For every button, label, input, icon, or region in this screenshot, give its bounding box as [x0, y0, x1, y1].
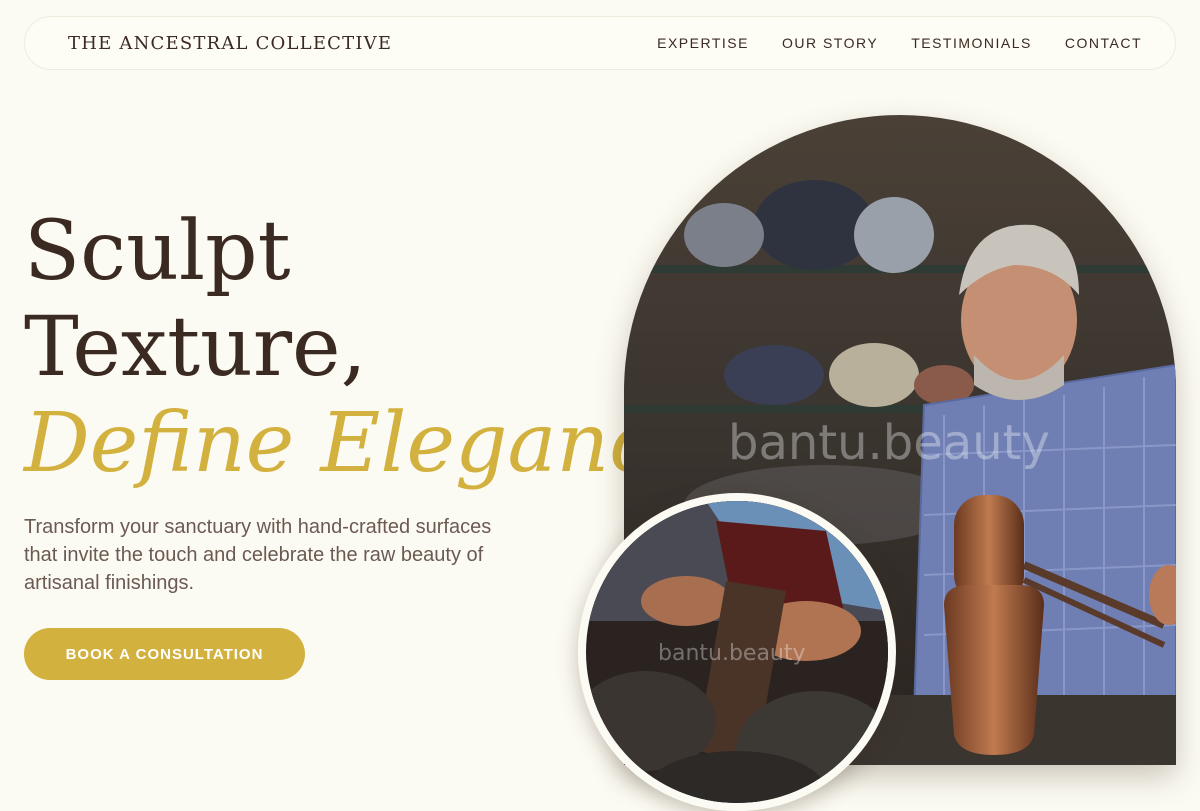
brand-logo[interactable]: THE ANCESTRAL COLLECTIVE: [68, 33, 392, 54]
nav-menu: EXPERTISE OUR STORY TESTIMONIALS CONTACT: [657, 35, 1142, 51]
top-navigation: THE ANCESTRAL COLLECTIVE EXPERTISE OUR S…: [24, 16, 1176, 70]
book-consultation-button[interactable]: BOOK A CONSULTATION: [24, 628, 305, 680]
hero-subtitle: Transform your sanctuary with hand-craft…: [24, 516, 492, 594]
nav-item-our-story[interactable]: OUR STORY: [782, 35, 878, 51]
nav-item-contact[interactable]: CONTACT: [1065, 35, 1142, 51]
nav-item-expertise[interactable]: EXPERTISE: [657, 35, 749, 51]
hero-line-1: Sculpt: [24, 204, 291, 299]
main-image-watermark: bantu.beauty: [728, 415, 1050, 471]
nav-item-testimonials[interactable]: TESTIMONIALS: [911, 35, 1032, 51]
artisan-detail-image: bantu.beauty: [578, 493, 896, 811]
detail-image-watermark: bantu.beauty: [658, 641, 806, 666]
